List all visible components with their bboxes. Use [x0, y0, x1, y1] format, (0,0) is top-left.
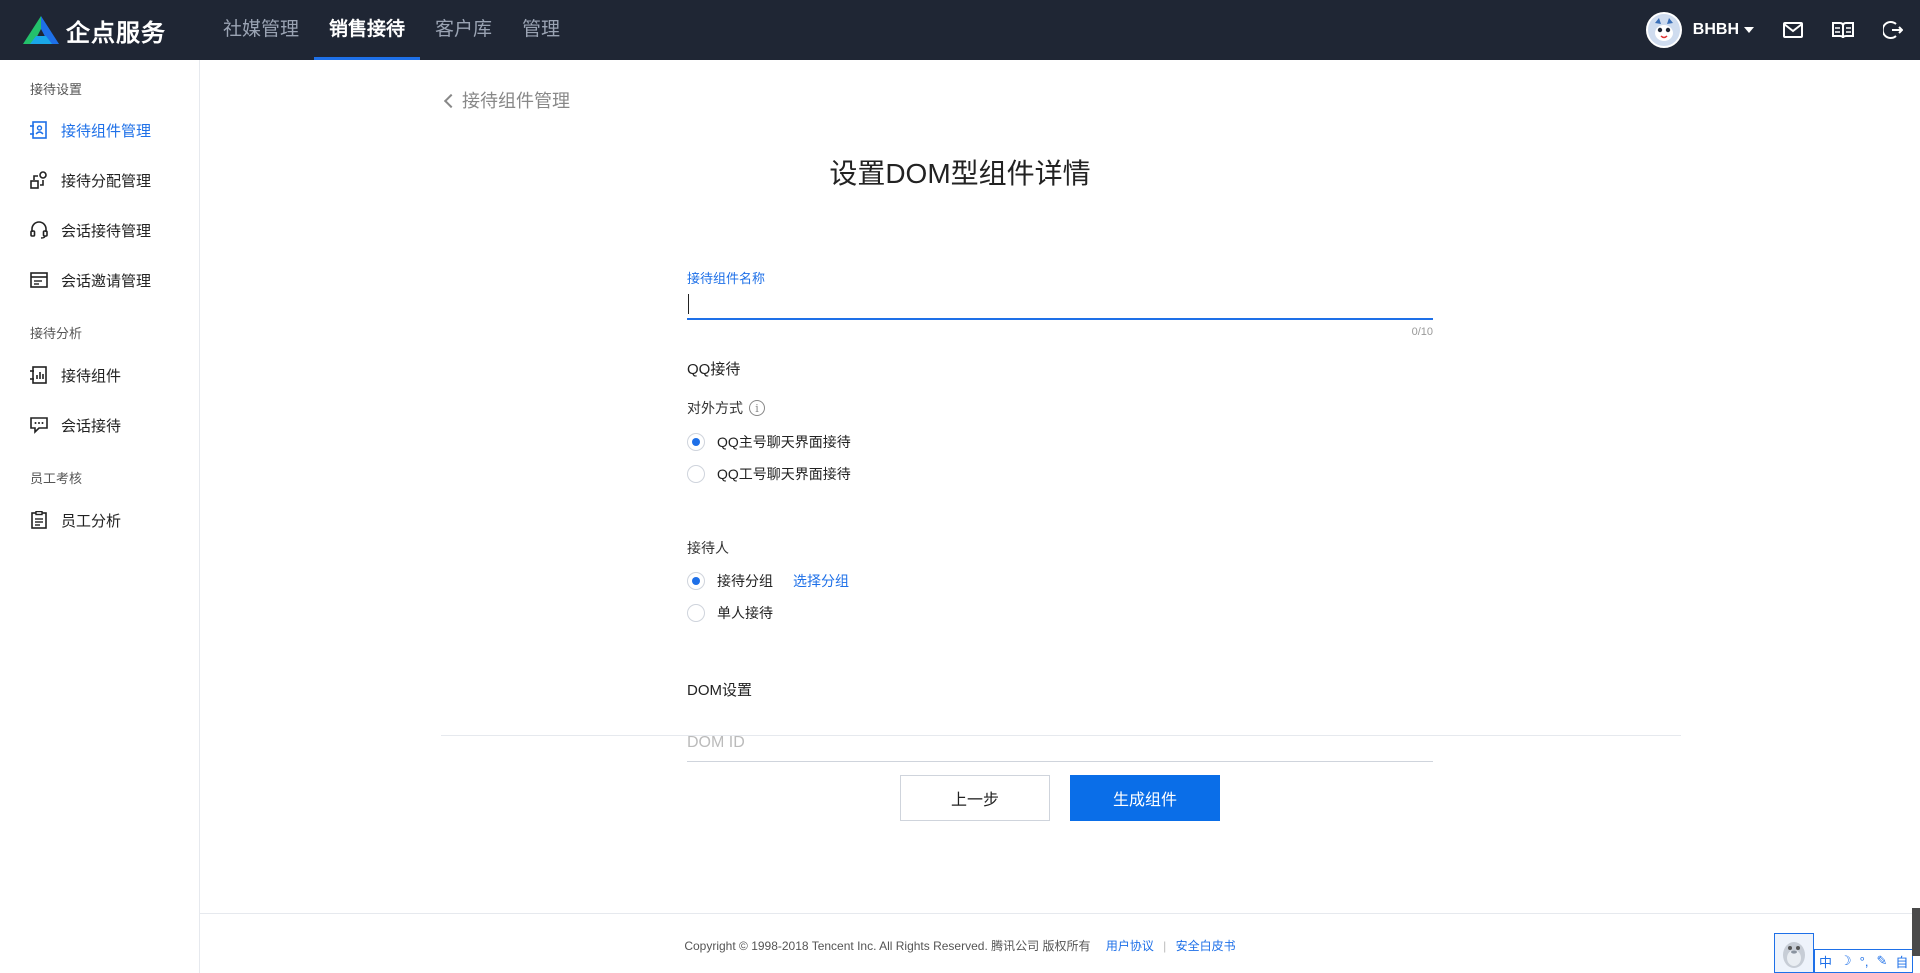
qq-section-title: QQ接待	[687, 361, 741, 378]
ime-toolbar: 中 ☽ °, ✎ 自	[1774, 933, 1914, 973]
generate-component-button[interactable]: 生成组件	[1070, 775, 1220, 821]
headset-icon	[29, 220, 49, 240]
top-nav: 社媒管理 销售接待 客户库 管理	[208, 0, 575, 60]
form-divider	[441, 735, 1681, 736]
footer: Copyright © 1998-2018 Tencent Inc. All R…	[200, 937, 1720, 954]
ime-self-icon[interactable]: 自	[1895, 952, 1908, 971]
sidebar-group-reception-settings: 接待设置	[30, 82, 83, 97]
sidebar-item-session-invite[interactable]: 会话邀请管理	[0, 263, 199, 297]
radio-label: 接待分组	[717, 573, 773, 589]
chat-bubble-icon	[29, 415, 49, 435]
book-icon[interactable]	[1832, 19, 1854, 41]
sidebar-item-label: 接待分配管理	[61, 172, 152, 190]
component-name-input[interactable]	[687, 286, 1433, 320]
invite-card-icon	[29, 270, 49, 290]
sidebar-group-reception-analysis: 接待分析	[30, 326, 83, 341]
receiver-label: 接待人	[687, 540, 729, 556]
radio-group-reception[interactable]: 接待分组 选择分组	[687, 571, 849, 591]
top-right-actions: BHBH	[1645, 0, 1920, 60]
sidebar-item-label: 接待组件管理	[61, 122, 152, 140]
wrench-icon[interactable]: ✎	[1876, 953, 1887, 969]
radio-label: QQ工号聊天界面接待	[717, 466, 851, 482]
sidebar-group-staff-assessment: 员工考核	[30, 471, 83, 486]
nav-social-media[interactable]: 社媒管理	[208, 0, 314, 60]
sidebar-item-session-analysis[interactable]: 会话接待	[0, 408, 199, 442]
info-icon[interactable]: i	[749, 400, 765, 416]
punctuation-icon[interactable]: °,	[1860, 954, 1869, 969]
component-name-label: 接待组件名称	[687, 271, 766, 286]
external-method-text: 对外方式	[687, 400, 743, 416]
chart-icon	[29, 365, 49, 385]
ime-bar[interactable]: 中 ☽ °, ✎ 自	[1814, 949, 1914, 973]
radio-checked-icon	[687, 433, 705, 451]
page-title: 设置DOM型组件详情	[829, 158, 1091, 189]
radio-qq-work[interactable]: QQ工号聊天界面接待	[687, 464, 851, 484]
sidebar-item-staff-analysis[interactable]: 员工分析	[0, 503, 199, 537]
char-counter: 0/10	[1411, 326, 1433, 338]
dom-section-title: DOM设置	[687, 682, 752, 699]
dom-id-input[interactable]	[687, 724, 1433, 762]
footer-separator: |	[1163, 939, 1167, 953]
sidebar-item-label: 会话接待管理	[61, 222, 152, 240]
back-link[interactable]: 接待组件管理	[443, 87, 570, 113]
sidebar-item-component-analysis[interactable]: 接待组件	[0, 358, 199, 392]
sidebar-item-allocation-management[interactable]: 接待分配管理	[0, 163, 199, 197]
chevron-left-icon	[443, 93, 459, 108]
avatar[interactable]	[1645, 12, 1682, 48]
user-menu[interactable]: BHBH	[1693, 21, 1754, 39]
radio-label: 单人接待	[717, 605, 773, 621]
chevron-down-icon	[1744, 27, 1754, 33]
allocation-icon	[29, 170, 49, 190]
moon-icon[interactable]: ☽	[1840, 953, 1852, 969]
back-link-label: 接待组件管理	[462, 91, 570, 111]
radio-checked-icon	[687, 572, 705, 590]
radio-label: QQ主号聊天界面接待	[717, 434, 851, 450]
component-icon	[29, 120, 49, 140]
qq-penguin-icon[interactable]	[1774, 933, 1814, 973]
footer-divider	[200, 913, 1920, 914]
top-bar: 企点服务 社媒管理 销售接待 客户库 管理 BHBH	[0, 0, 1920, 60]
radio-single-reception[interactable]: 单人接待	[687, 603, 773, 623]
sidebar-item-label: 会话接待	[61, 417, 122, 435]
mail-icon[interactable]	[1782, 19, 1804, 41]
prev-step-button[interactable]: 上一步	[900, 775, 1050, 821]
ime-mode-toggle[interactable]: 中	[1819, 952, 1832, 971]
sidebar-item-label: 接待组件	[61, 367, 122, 385]
brand-name: 企点服务	[66, 19, 166, 47]
sidebar-item-label: 会话邀请管理	[61, 272, 152, 290]
clipboard-icon	[29, 510, 49, 530]
user-agreement-link[interactable]: 用户协议	[1106, 939, 1154, 953]
edge-scroll-indicator	[1912, 908, 1920, 956]
brand[interactable]: 企点服务	[22, 13, 208, 48]
main-content: 接待组件管理 设置DOM型组件详情 接待组件名称 0/10 QQ接待 对外方式 …	[200, 60, 1920, 973]
logout-icon[interactable]	[1882, 19, 1904, 41]
external-method-label: 对外方式 i	[687, 398, 765, 418]
sidebar-item-component-management[interactable]: 接待组件管理	[0, 113, 199, 147]
nav-sales-reception[interactable]: 销售接待	[314, 0, 421, 60]
sidebar-item-label: 员工分析	[61, 512, 122, 530]
sidebar-item-session-reception[interactable]: 会话接待管理	[0, 213, 199, 247]
text-caret	[688, 294, 689, 314]
nav-manage[interactable]: 管理	[507, 0, 575, 60]
radio-unchecked-icon	[687, 465, 705, 483]
nav-customer-base[interactable]: 客户库	[420, 0, 507, 60]
radio-qq-main[interactable]: QQ主号聊天界面接待	[687, 432, 851, 452]
security-whitepaper-link[interactable]: 安全白皮书	[1176, 939, 1236, 953]
username: BHBH	[1692, 21, 1739, 38]
copyright-text: Copyright © 1998-2018 Tencent Inc. All R…	[684, 939, 1091, 953]
radio-unchecked-icon	[687, 604, 705, 622]
avatar-icon	[1647, 14, 1680, 46]
brand-logo-icon	[23, 16, 59, 44]
sidebar: 接待设置 接待组件管理 接待分配管理 会话接待管理 会话邀请管理 接待分析 接待…	[0, 60, 200, 973]
select-group-link[interactable]: 选择分组	[793, 571, 849, 591]
